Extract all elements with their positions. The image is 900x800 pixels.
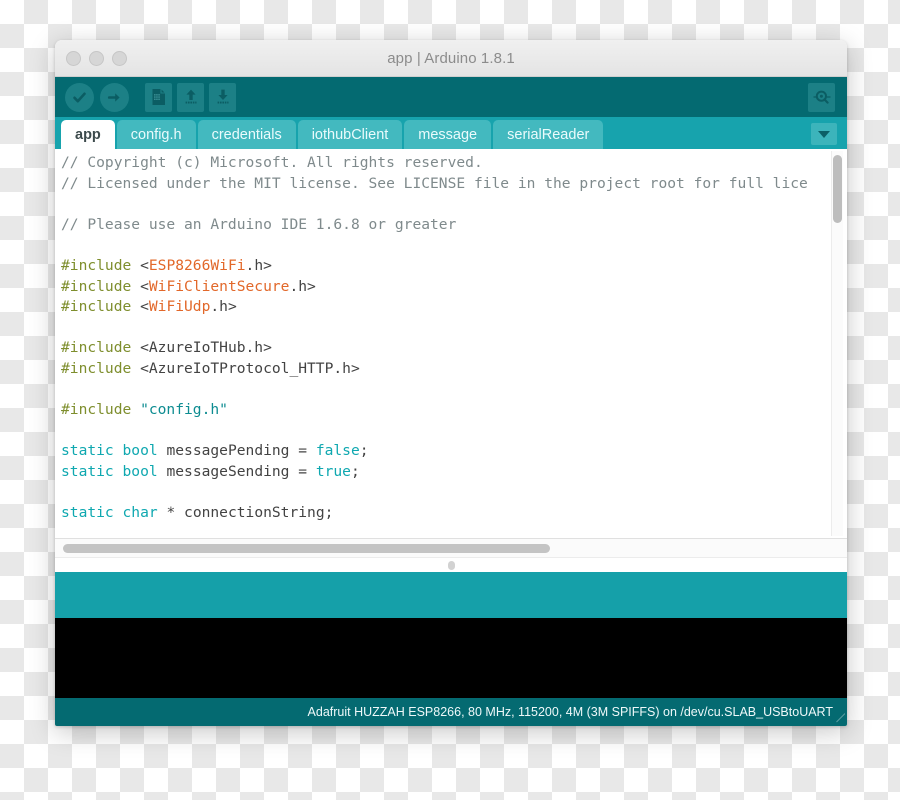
- code-line: #include <ESP8266WiFi.h>: [61, 256, 808, 277]
- tab-serialreader[interactable]: serialReader: [493, 120, 604, 149]
- tab-message[interactable]: message: [404, 120, 492, 149]
- tab-label: credentials: [211, 126, 282, 143]
- serial-monitor-button[interactable]: [808, 82, 835, 112]
- code-token: ESP8266WiFi: [148, 256, 246, 274]
- code-token: .h>: [289, 277, 316, 295]
- status-bar: Adafruit HUZZAH ESP8266, 80 MHz, 115200,…: [55, 698, 847, 726]
- upload-button[interactable]: [100, 82, 129, 112]
- tab-label: config.h: [130, 126, 182, 143]
- tab-credentials[interactable]: credentials: [197, 120, 296, 149]
- code-token: #include: [61, 256, 141, 274]
- code-token: messageSending =: [157, 462, 316, 480]
- code-line: #include <WiFiUdp.h>: [61, 297, 808, 318]
- code-token: * connectionString;: [157, 504, 334, 522]
- main-toolbar: [55, 77, 847, 117]
- code-line: // Copyright (c) Microsoft. All rights r…: [61, 153, 808, 174]
- code-token: <: [140, 256, 149, 274]
- code-token: <AzureIoTProtocol_HTTP.h>: [140, 359, 360, 377]
- code-token: true: [315, 462, 351, 480]
- checkmark-icon: [71, 89, 88, 106]
- code-token: .h>: [210, 298, 237, 316]
- code-text[interactable]: // Copyright (c) Microsoft. All rights r…: [55, 149, 808, 524]
- code-line: static bool messageSending = true;: [61, 462, 808, 483]
- code-line: #include <WiFiClientSecure.h>: [61, 277, 808, 298]
- board-port-status: Adafruit HUZZAH ESP8266, 80 MHz, 115200,…: [307, 705, 833, 719]
- tab-config-h[interactable]: config.h: [116, 120, 196, 149]
- code-token: #include: [61, 277, 141, 295]
- code-line: static char * connectionString;: [61, 503, 808, 524]
- editor-horizontal-scrollbar[interactable]: [55, 539, 847, 558]
- new-button[interactable]: [145, 82, 172, 112]
- splitter-grip-icon: [447, 560, 455, 570]
- code-token: <: [140, 277, 149, 295]
- tab-app[interactable]: app: [61, 120, 115, 149]
- code-token: // Copyright (c) Microsoft. All rights r…: [61, 154, 483, 171]
- save-button[interactable]: [209, 82, 236, 112]
- code-token: #include: [61, 401, 141, 419]
- editor-horizontal-scroll-thumb[interactable]: [63, 543, 550, 553]
- open-button[interactable]: [177, 82, 204, 112]
- chevron-down-icon: [818, 130, 830, 138]
- window-title: app | Arduino 1.8.1: [387, 49, 515, 67]
- code-editor[interactable]: // Copyright (c) Microsoft. All rights r…: [55, 149, 847, 539]
- code-token: bool: [122, 462, 158, 480]
- code-line: #include <AzureIoTHub.h>: [61, 338, 808, 359]
- code-token: WiFiClientSecure: [148, 277, 290, 295]
- code-line: // Licensed under the MIT license. See L…: [61, 174, 808, 195]
- code-token: #include: [61, 339, 141, 357]
- code-line: #include <AzureIoTProtocol_HTTP.h>: [61, 359, 808, 380]
- editor-vertical-scroll-thumb[interactable]: [833, 155, 842, 223]
- resize-grip-icon[interactable]: [833, 713, 845, 725]
- arrow-right-icon: [106, 89, 123, 106]
- code-token: .h>: [245, 256, 272, 274]
- tab-menu-button[interactable]: [811, 123, 837, 145]
- arrow-down-icon: [215, 88, 231, 106]
- code-token: static: [61, 504, 114, 522]
- code-token: messagePending =: [157, 442, 316, 460]
- tab-label: app: [75, 126, 101, 143]
- code-token: #include: [61, 359, 141, 377]
- tab-label: serialReader: [507, 126, 590, 143]
- message-bar: [55, 572, 847, 618]
- code-line: #include "config.h": [61, 400, 808, 421]
- arrow-up-icon: [183, 88, 199, 106]
- verify-button[interactable]: [65, 82, 94, 112]
- code-token: WiFiUdp: [148, 298, 211, 316]
- code-line: // Please use an Arduino IDE 1.6.8 or gr…: [61, 215, 808, 236]
- code-token: char: [122, 504, 158, 522]
- new-document-icon: [151, 88, 167, 106]
- code-token: ;: [350, 462, 360, 480]
- window-titlebar: app | Arduino 1.8.1: [55, 40, 847, 77]
- code-token: // Please use an Arduino IDE 1.6.8 or gr…: [61, 215, 457, 233]
- editor-vertical-scrollbar[interactable]: [831, 151, 843, 536]
- code-token: static: [61, 442, 114, 460]
- code-token: #include: [61, 298, 141, 316]
- console-output[interactable]: [55, 618, 847, 698]
- arduino-ide-window: app | Arduino 1.8.1 app config.h credent…: [55, 40, 847, 726]
- code-token: false: [315, 442, 360, 460]
- sketch-tab-bar: app config.h credentials iothubClient me…: [55, 117, 847, 149]
- code-token: "config.h": [140, 401, 228, 419]
- tab-label: message: [418, 126, 478, 143]
- magnifier-icon: [812, 88, 832, 106]
- code-token: <AzureIoTHub.h>: [140, 339, 272, 357]
- tab-label: iothubClient: [311, 126, 389, 143]
- editor-console-splitter[interactable]: [55, 558, 847, 572]
- code-line: static bool messagePending = false;: [61, 441, 808, 462]
- code-token: // Licensed under the MIT license. See L…: [61, 174, 808, 192]
- code-token: static: [61, 462, 114, 480]
- code-token: ;: [359, 442, 369, 460]
- tab-iothubclient[interactable]: iothubClient: [297, 120, 403, 149]
- code-token: bool: [122, 442, 158, 460]
- code-token: <: [140, 298, 149, 316]
